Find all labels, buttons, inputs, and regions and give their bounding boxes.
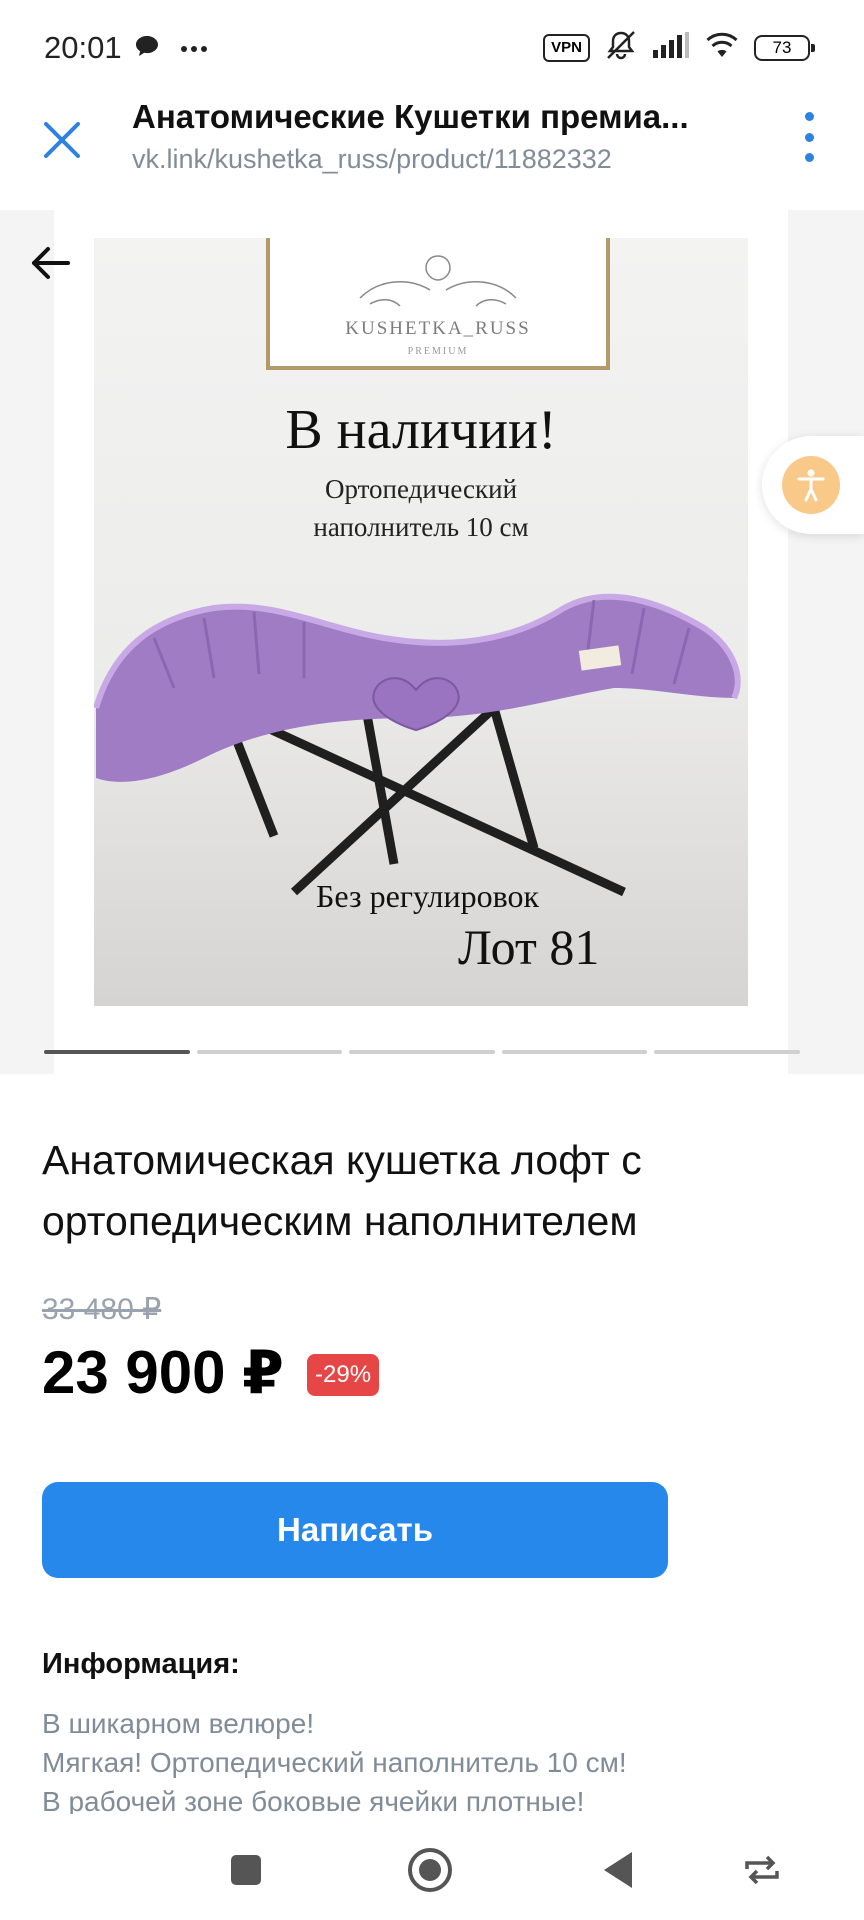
status-left-icons (134, 34, 208, 63)
info-heading: Информация: (42, 1648, 240, 1680)
status-bar: 20:01 VPN 73 (0, 0, 864, 96)
close-icon (44, 122, 80, 158)
pagination-dot[interactable] (654, 1050, 800, 1054)
product-image[interactable]: KUSHETKA_RUSS PREMIUM В наличии! Ортопед… (94, 238, 748, 1006)
current-price: 23 900 ₽ (42, 1339, 284, 1406)
image-headline: В наличии! (285, 399, 557, 461)
signal-icon (652, 32, 690, 63)
arrow-left-icon (32, 247, 70, 279)
image-logo-frame: KUSHETKA_RUSS PREMIUM (266, 238, 610, 370)
write-message-button[interactable]: Написать (42, 1482, 668, 1578)
rotate-button[interactable] (732, 1840, 792, 1900)
info-line: В рабочей зоне боковые ячейки плотные! (42, 1786, 585, 1814)
back-button[interactable] (28, 240, 74, 286)
back-nav-button[interactable] (588, 1840, 648, 1900)
info-description: В шикарном велюре! Мягкая! Ортопедически… (42, 1704, 822, 1814)
old-price: 33 480 ₽ (42, 1293, 162, 1326)
status-time: 20:01 (44, 30, 122, 65)
home-button[interactable] (400, 1840, 460, 1900)
image-logo-sub: PREMIUM (407, 346, 469, 357)
accessibility-button[interactable] (762, 436, 864, 534)
discount-badge: -29% (307, 1354, 380, 1396)
pagination-dot[interactable] (196, 1050, 343, 1054)
more-dots-icon (180, 40, 208, 58)
more-menu-button[interactable] (794, 112, 824, 162)
page-title: Анатомические Кушетки премиа... (132, 98, 689, 135)
battery-icon: 73 (754, 34, 815, 61)
wifi-icon (704, 31, 740, 64)
pagination-dot[interactable] (349, 1050, 495, 1054)
couch-illustration (94, 593, 741, 897)
recent-apps-button[interactable] (216, 1840, 276, 1900)
accessibility-icon (782, 456, 840, 514)
gallery-frame: KUSHETKA_RUSS PREMIUM В наличии! Ортопед… (54, 210, 788, 1074)
rotate-screen-icon (745, 1855, 779, 1885)
pagination-dot[interactable] (501, 1050, 648, 1054)
square-icon (231, 1855, 261, 1885)
system-nav-bar (0, 1820, 864, 1920)
image-sub-line: наполнитель 10 см (313, 512, 529, 542)
mute-icon (604, 30, 638, 65)
ornament-icon (359, 255, 517, 307)
close-button[interactable] (36, 114, 88, 166)
image-sub-line: Ортопедический (324, 474, 518, 504)
info-line: Мягкая! Ортопедический наполнитель 10 см… (42, 1747, 627, 1778)
info-line: В шикарном велюре! (42, 1708, 315, 1739)
page-url[interactable]: vk.link/kushetka_russ/product/11882332 (132, 144, 612, 175)
home-circle-icon (408, 1848, 452, 1892)
vpn-icon: VPN (543, 33, 590, 62)
product-gallery[interactable]: KUSHETKA_RUSS PREMIUM В наличии! Ортопед… (0, 210, 864, 1074)
product-title: Анатомическая кушетка лофт с ортопедичес… (42, 1137, 642, 1244)
image-logo-text: KUSHETKA_RUSS (345, 318, 531, 339)
image-bottom-text: Без регулировок (316, 878, 540, 914)
menu-dot-icon (804, 132, 814, 142)
chat-bubble-icon (134, 34, 160, 63)
image-lot-number: Лот 81 (458, 919, 600, 975)
browser-header: Анатомические Кушетки премиа... vk.link/… (0, 96, 864, 210)
gallery-pagination (44, 1050, 800, 1055)
menu-dot-icon (804, 153, 814, 162)
image-subtitle: Ортопедический наполнитель 10 см (94, 470, 748, 546)
pagination-dot[interactable] (44, 1050, 190, 1054)
menu-dot-icon (804, 112, 814, 121)
status-right-icons: VPN 73 (543, 30, 815, 65)
triangle-back-icon (604, 1852, 632, 1888)
